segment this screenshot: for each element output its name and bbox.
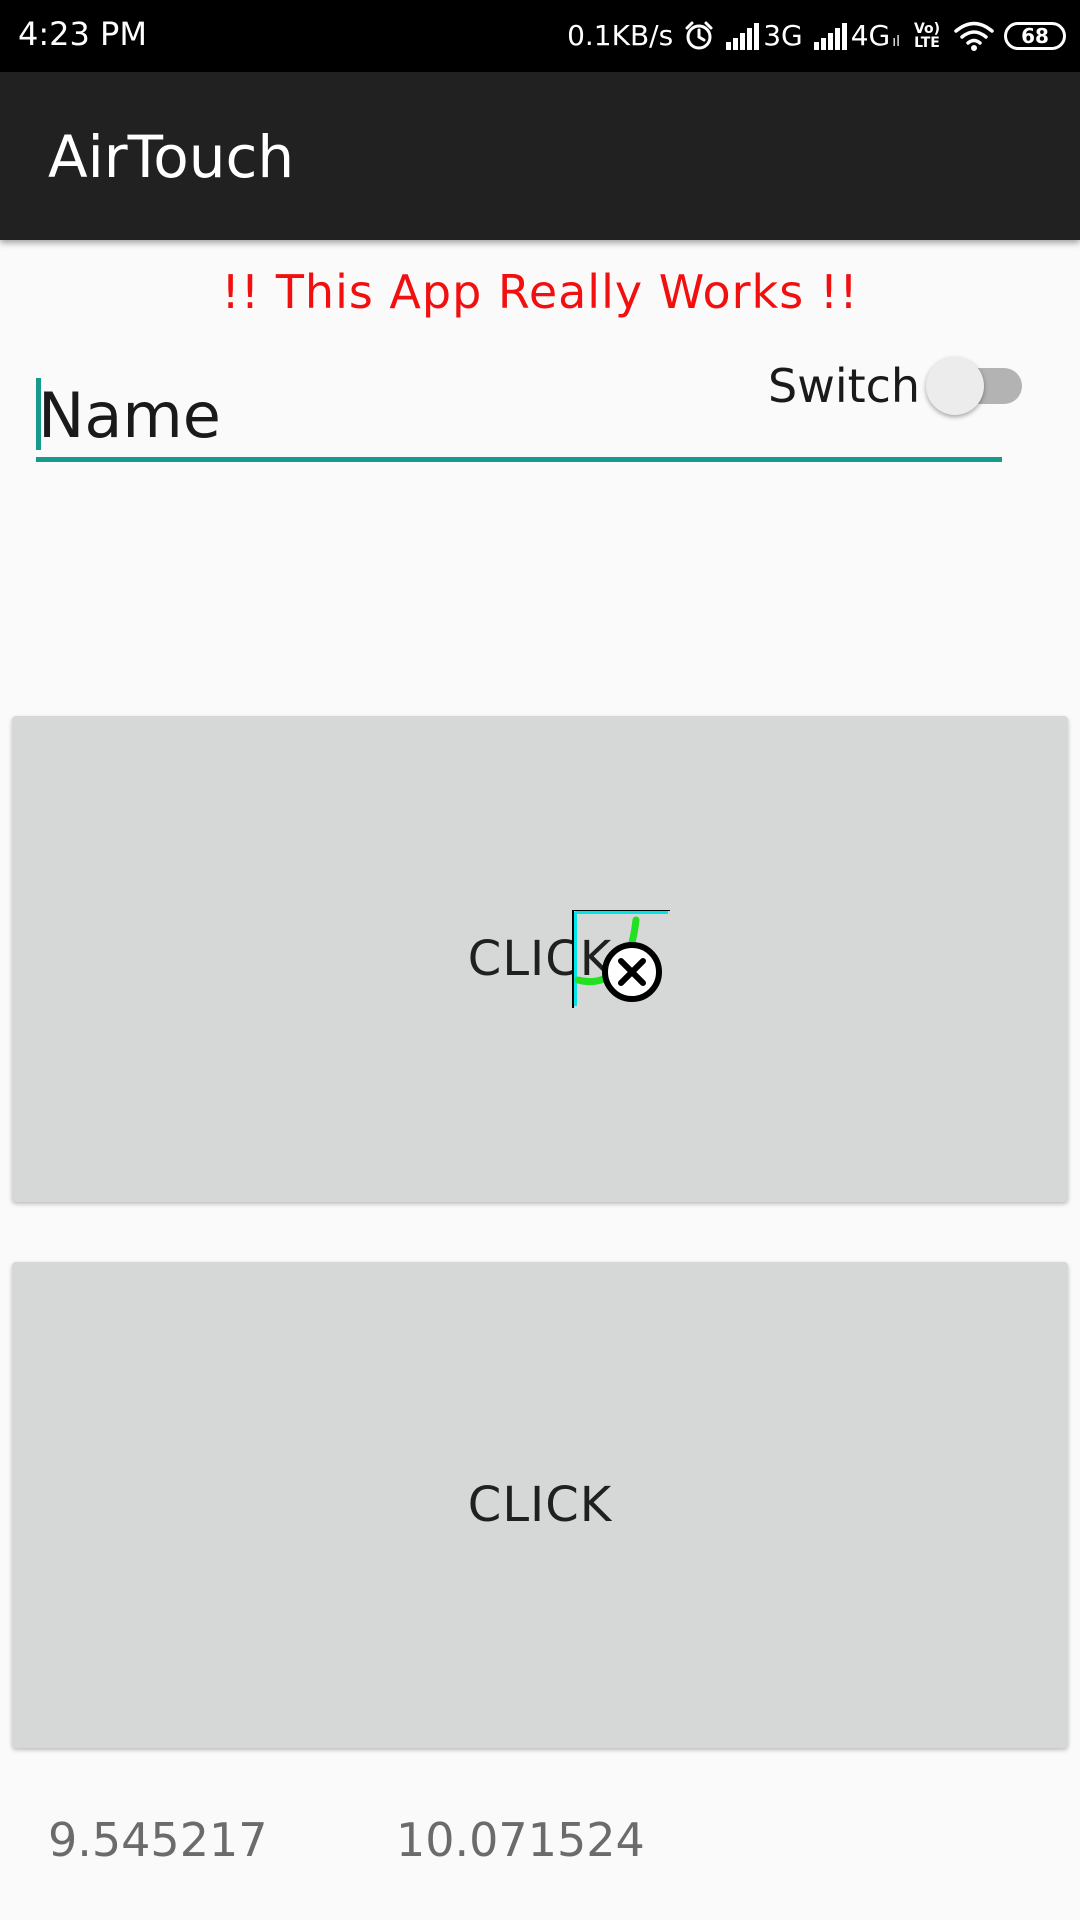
touch-pointer-icon [570, 909, 670, 1014]
status-icons: 0.1KB/s 3G 4G ıl Vo) LTE 68 [567, 14, 1066, 58]
click-button-label: CLICK [467, 1477, 613, 1533]
name-placeholder: Name [38, 379, 221, 452]
readout-x: 9.545217 [48, 1813, 268, 1867]
status-time: 4:23 PM [18, 15, 147, 53]
signal-icon [725, 22, 761, 50]
banner-text: !! This App Really Works !! [221, 265, 859, 319]
net-speed: 0.1KB/s [567, 19, 674, 52]
sim1-signal: 3G [725, 16, 803, 56]
alarm-icon [683, 20, 715, 52]
signal-icon [813, 22, 849, 50]
switch-label: Switch [768, 359, 921, 413]
battery-icon: 68 [1004, 22, 1066, 50]
sim2-type: 4G [850, 19, 891, 52]
switch-thumb[interactable] [926, 357, 984, 415]
app-bar: AirTouch [0, 72, 1080, 240]
app-title: AirTouch [48, 123, 295, 191]
battery-level: 68 [1021, 24, 1049, 48]
click-button-top[interactable]: CLICK [12, 716, 1068, 1202]
sim2-signal: 4G ıl [813, 16, 900, 56]
wifi-icon [954, 20, 994, 52]
volte-line2: LTE [914, 35, 940, 51]
status-bar: 4:23 PM 0.1KB/s 3G 4G ıl Vo) LTE 68 [0, 0, 1080, 72]
volte-icon: Vo) LTE [910, 22, 944, 50]
name-underline [36, 457, 1002, 462]
sim2-arrows: ıl [892, 34, 900, 50]
sim1-type: 3G [763, 19, 803, 52]
volte-line1: Vo) [913, 21, 941, 37]
readout-y: 10.071524 [396, 1813, 645, 1867]
text-cursor [36, 378, 41, 450]
click-button-bottom[interactable]: CLICK [12, 1262, 1068, 1748]
